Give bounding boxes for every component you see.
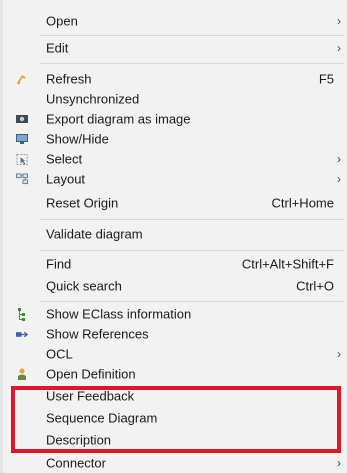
menu-item-label: Edit [46,40,69,56]
refresh-icon [16,73,28,85]
menu-item-validate-diagram[interactable]: Validate diagram [0,222,347,246]
menu-item-label: Reset Origin [46,195,119,211]
menu-item-quick-search[interactable]: Quick search Ctrl+O [0,275,347,297]
chevron-right-icon: › [337,456,341,470]
menu-item-unsynchronized[interactable]: Unsynchronized [0,89,347,109]
chevron-right-icon: › [337,388,341,403]
chevron-right-icon: › [337,172,341,186]
menu-item-label: Select [46,151,83,167]
menu-item-label: Connector [46,455,106,471]
menu-item-label: Unsynchronized [46,91,140,107]
menu-item-label: Show EClass information [46,306,192,322]
select-icon [16,153,28,165]
menu-item-export-diagram[interactable]: Export diagram as image [0,109,347,129]
menu-separator [40,250,344,251]
chevron-right-icon: › [337,432,341,447]
menu-item-label: Show References [46,326,149,342]
chevron-right-icon: › [337,152,341,166]
menu-item-label: Open [46,13,78,29]
menu-separator [40,35,344,36]
menu-item-show-eclass[interactable]: Show EClass information [0,304,347,324]
monitor-icon [16,133,28,145]
definition-icon [16,368,28,380]
chevron-right-icon: › [337,410,341,425]
menu-item-label: Open Definition [46,366,136,382]
menu-item-label: OCL [46,346,73,362]
camera-icon [16,113,28,125]
menu-item-shortcut: F5 [318,71,334,87]
menu-item-description[interactable]: Description › [0,429,347,450]
menu-item-ocl[interactable]: OCL › [0,344,347,364]
menu-item-find[interactable]: Find Ctrl+Alt+Shift+F [0,253,347,275]
menu-item-label: Refresh [46,71,92,87]
menu-item-refresh[interactable]: Refresh F5 [0,69,347,89]
menu-item-shortcut: Ctrl+Alt+Shift+F [241,256,334,272]
menu-item-shortcut: Ctrl+O [296,278,334,294]
menu-item-connector[interactable]: Connector › [0,453,347,473]
menu-item-select[interactable]: Select › [0,149,347,169]
menu-item-show-hide[interactable]: Show/Hide [0,129,347,149]
menu-item-open-definition[interactable]: Open Definition [0,364,347,384]
menu-item-open[interactable]: Open › [0,10,347,32]
menu-item-shortcut: Ctrl+Home [271,195,335,211]
menu-item-edit[interactable]: Edit › [0,37,347,59]
context-menu: Open › Edit › Refresh F5 Unsynchronized … [0,0,347,473]
menu-item-user-feedback[interactable]: User Feedback › [0,385,347,406]
chevron-right-icon: › [337,347,341,361]
menu-item-label: Export diagram as image [46,111,191,127]
menu-item-reset-origin[interactable]: Reset Origin Ctrl+Home [0,192,347,214]
menu-item-label: Show/Hide [46,131,109,147]
menu-separator [40,219,344,220]
menu-item-label: Quick search [46,278,122,294]
menu-item-label: Sequence Diagram [46,410,158,425]
chevron-right-icon: › [337,41,341,55]
eclass-icon [16,307,28,321]
menu-item-sequence-diagram[interactable]: Sequence Diagram › [0,407,347,428]
menu-separator [40,301,344,302]
menu-item-label: Find [46,256,72,272]
menu-item-label: Validate diagram [46,226,143,242]
menu-item-label: Layout [46,171,86,187]
references-icon [16,328,28,340]
menu-separator [40,63,344,64]
menu-item-show-references[interactable]: Show References [0,324,347,344]
chevron-right-icon: › [337,14,341,28]
menu-item-layout[interactable]: Layout › [0,169,347,189]
layout-icon [16,173,28,185]
menu-item-label: Description [46,432,112,447]
menu-item-label: User Feedback [46,388,135,403]
